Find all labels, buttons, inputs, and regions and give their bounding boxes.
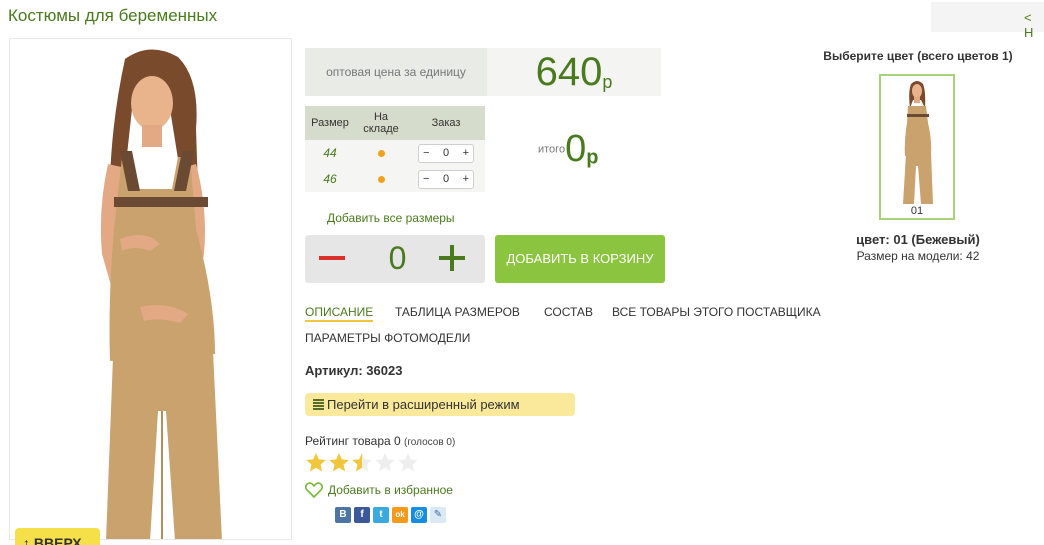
all-sizes-quantity[interactable]: 0 (380, 240, 415, 277)
total-label: итого (538, 143, 566, 156)
scroll-up-button[interactable]: ↑ ВВЕРХ (15, 528, 100, 545)
star-icon[interactable] (374, 452, 396, 473)
star-icon[interactable] (397, 452, 419, 473)
mailru-icon[interactable]: @ (411, 507, 427, 523)
increment-button[interactable]: + (463, 145, 469, 162)
selected-color-name: цвет: 01 (Бежевый) (856, 232, 980, 247)
quantity-value[interactable]: 0 (443, 171, 449, 188)
facebook-icon[interactable]: f (354, 507, 370, 523)
order-header: Заказ (407, 106, 485, 140)
model-size-info: Размер на модели: 42 (856, 249, 980, 263)
heart-icon (305, 482, 323, 498)
product-main-image[interactable] (9, 38, 292, 540)
add-all-sizes-link[interactable]: Добавить все размеры (327, 211, 455, 225)
back-link[interactable]: < Н (931, 2, 1044, 40)
total-value: 0 (565, 128, 587, 170)
table-row: 46 − 0 + (305, 166, 485, 192)
tab-size-table[interactable]: ТАБЛИЦА РАЗМЕРОВ (395, 305, 520, 319)
order-total: итого0р (538, 128, 598, 171)
quantity-stepper: − 0 + (418, 143, 474, 163)
quantity-stepper: − 0 + (418, 169, 474, 189)
color-selection-title: Выберите цвет (всего цветов 1) (823, 49, 1013, 63)
article-number: Артикул: 36023 (305, 363, 403, 378)
price-value: 640р (487, 48, 661, 96)
social-share-bar: В f t ok @ ✎ (335, 507, 446, 523)
in-stock-indicator (377, 176, 385, 183)
rating-text: Рейтинг товара 0 (голосов 0) (305, 434, 456, 448)
in-stock-indicator (377, 150, 385, 157)
tab-supplier-items[interactable]: ВСЕ ТОВАРЫ ЭТОГО ПОСТАВЩИКА (612, 305, 821, 319)
arrow-up-icon: ↑ (23, 535, 30, 545)
plus-icon[interactable] (450, 245, 454, 271)
product-thumbnail (903, 81, 933, 204)
price-number: 640 (535, 50, 603, 94)
minus-icon[interactable] (319, 256, 345, 260)
star-icon[interactable] (328, 452, 350, 473)
star-icon[interactable] (305, 452, 327, 473)
size-value: 44 (323, 146, 337, 160)
size-value: 46 (323, 172, 337, 186)
table-row: 44 − 0 + (305, 140, 485, 166)
extended-mode-button[interactable]: Перейти в расширенный режим (305, 393, 575, 416)
star-icon[interactable] (351, 452, 373, 473)
all-sizes-stepper: 0 (305, 235, 485, 283)
quantity-value[interactable]: 0 (443, 145, 449, 162)
twitter-icon[interactable]: t (373, 507, 389, 523)
increment-button[interactable]: + (463, 171, 469, 188)
rating-stars[interactable] (305, 452, 419, 473)
size-header: Размер (305, 106, 355, 140)
vk-icon[interactable]: В (335, 507, 351, 523)
livejournal-icon[interactable]: ✎ (430, 507, 446, 523)
tab-model-params[interactable]: ПАРАМЕТРЫ ФОТОМОДЕЛИ (305, 331, 470, 345)
decrement-button[interactable]: − (423, 145, 429, 162)
add-to-favorites-link[interactable]: Добавить в избранное (305, 482, 453, 498)
page-title: Костюмы для беременных (8, 6, 218, 25)
add-to-cart-button[interactable]: ДОБАВИТЬ В КОРЗИНУ (495, 235, 665, 283)
tab-composition[interactable]: СОСТАВ (544, 305, 593, 319)
sizes-table: Размер На складе Заказ 44 − 0 + 46 − 0 + (305, 106, 485, 192)
total-currency: р (586, 146, 599, 169)
color-swatch-01[interactable]: 01 (879, 74, 955, 220)
price-label: оптовая цена за единицу (305, 48, 487, 96)
decrement-button[interactable]: − (423, 171, 429, 188)
color-code: 01 (910, 205, 924, 217)
price-currency: р (602, 72, 613, 93)
stock-header: На складе (355, 106, 407, 140)
odnoklassniki-icon[interactable]: ok (392, 507, 408, 523)
tab-description[interactable]: ОПИСАНИЕ (305, 305, 374, 322)
list-icon (313, 399, 324, 410)
